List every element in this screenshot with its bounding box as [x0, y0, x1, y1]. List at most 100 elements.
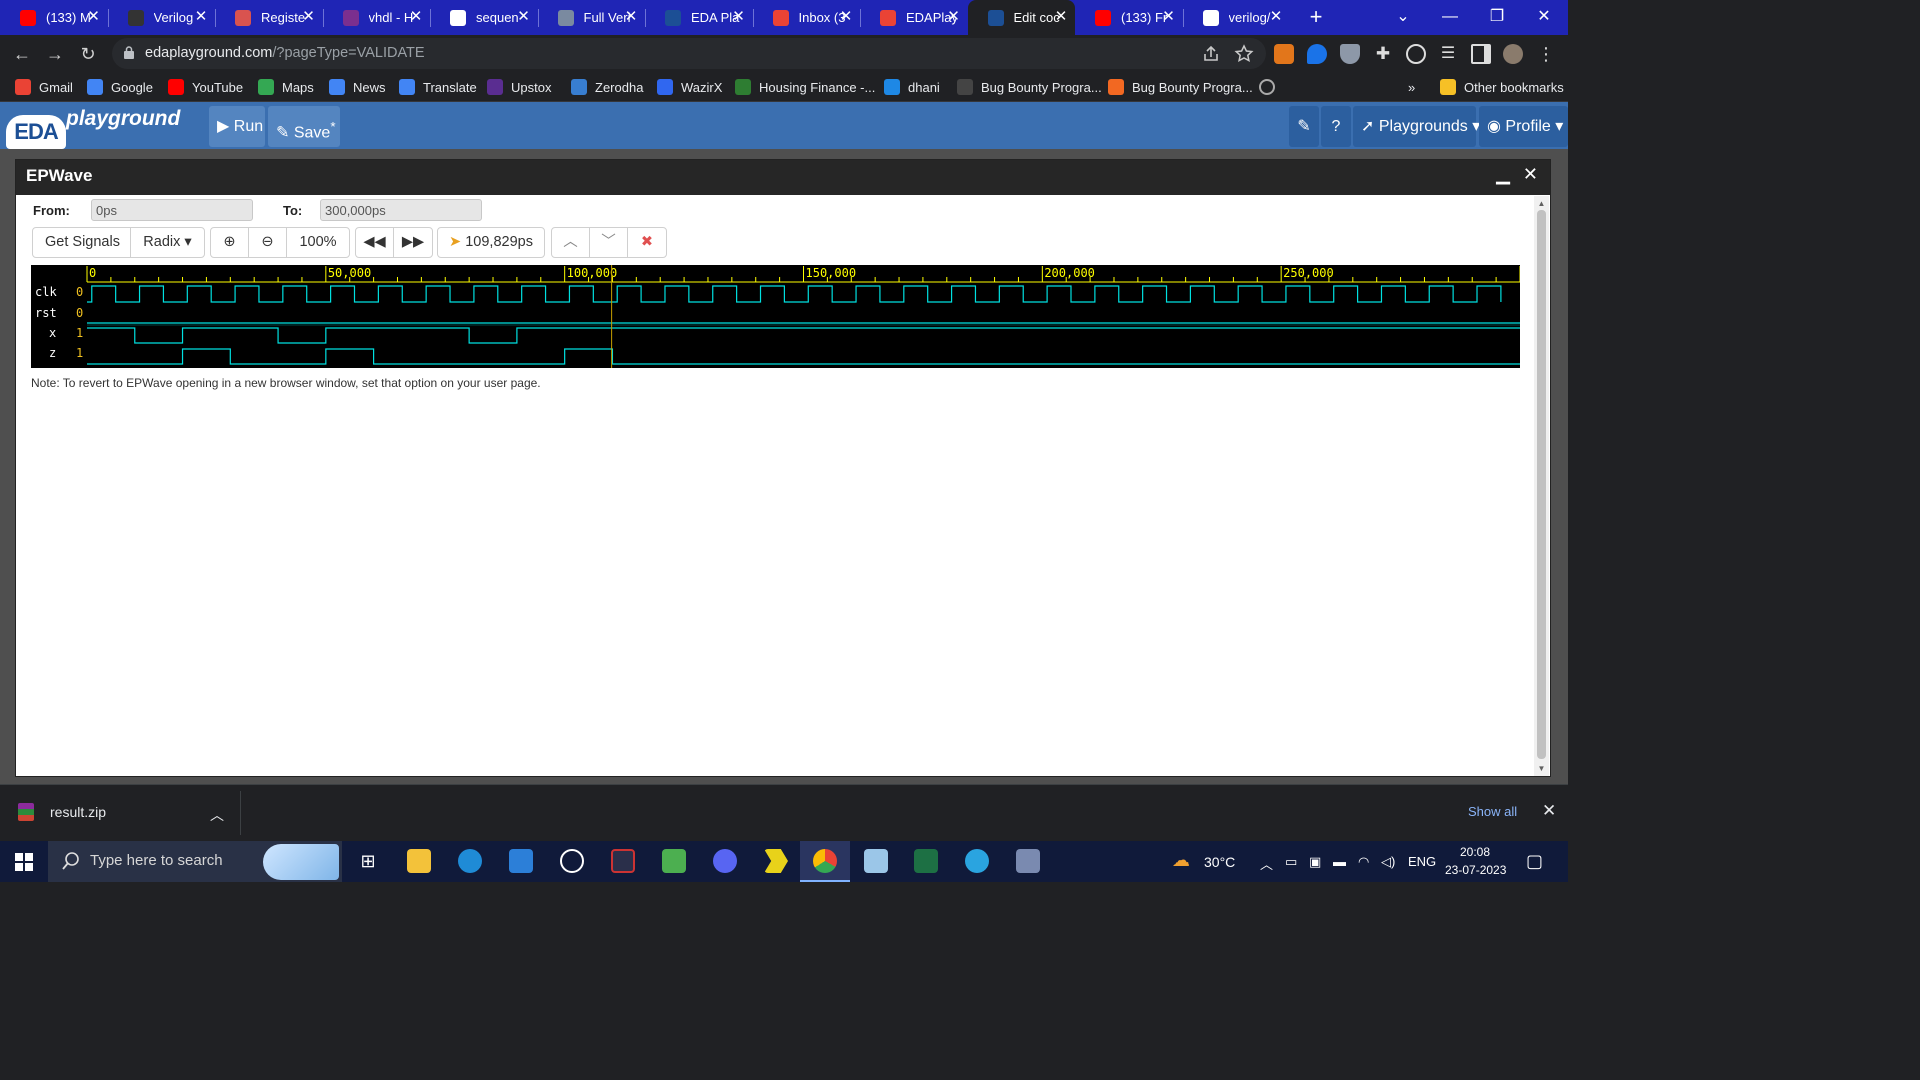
waveform-viewer[interactable]: 0 50,000 100,000 150,000 200,000 250,000 clk 0 r…: [31, 265, 1521, 368]
tray-chevron-icon[interactable]: ︿: [1260, 854, 1273, 873]
browser-tab[interactable]: EDAPlay ✕: [860, 0, 968, 35]
mail-icon[interactable]: [509, 849, 533, 873]
tab-close-icon[interactable]: ✕: [1268, 9, 1284, 25]
tray-app-icon[interactable]: ▣: [1309, 854, 1321, 870]
tab-close-icon[interactable]: ✕: [301, 9, 317, 25]
side-panel-icon[interactable]: [1471, 44, 1491, 64]
waveform-canvas[interactable]: 0 50,000 100,000 150,000 200,000 250,000 clk 0 r…: [31, 265, 1521, 368]
performance-icon[interactable]: [1406, 44, 1426, 64]
tab-close-icon[interactable]: ✕: [86, 9, 102, 25]
extensions-puzzle-icon[interactable]: ✚: [1373, 44, 1393, 64]
tab-close-icon[interactable]: ✕: [838, 9, 854, 25]
reload-icon[interactable]: ↻: [75, 41, 101, 67]
move-down-icon[interactable]: ﹀: [590, 228, 628, 257]
tab-close-icon[interactable]: ✕: [516, 9, 532, 25]
control-panel-icon[interactable]: [1016, 849, 1040, 873]
dell-icon[interactable]: [560, 849, 584, 873]
temperature[interactable]: 30°C: [1204, 854, 1235, 870]
from-time-field[interactable]: 0ps: [91, 199, 253, 221]
browser-tab[interactable]: sequen ✕: [430, 0, 538, 35]
extension-shield-icon[interactable]: [1340, 44, 1360, 64]
move-up-icon[interactable]: ︿: [552, 228, 590, 257]
edge-icon[interactable]: [458, 849, 482, 873]
run-button[interactable]: ▶ Run: [209, 106, 265, 147]
globe-bookmark-icon[interactable]: [1259, 78, 1283, 96]
minimize-window-icon[interactable]: —: [1427, 0, 1473, 35]
minimize-icon[interactable]: ▁: [1496, 164, 1510, 185]
to-time-field[interactable]: 300,000ps: [320, 199, 482, 221]
browser-tab[interactable]: (133) M ✕: [0, 0, 108, 35]
tab-close-icon[interactable]: ✕: [946, 9, 962, 25]
windows-start-icon[interactable]: [15, 853, 33, 871]
bookmark-item[interactable]: Housing Finance -...: [735, 78, 875, 96]
tab-close-icon[interactable]: ✕: [1161, 9, 1177, 25]
bookmark-item[interactable]: News: [329, 78, 386, 96]
new-tab-button[interactable]: +: [1303, 4, 1329, 30]
radix-dropdown[interactable]: Radix ▾: [131, 228, 204, 257]
file-explorer-icon[interactable]: [407, 849, 431, 873]
browser-tab[interactable]: (133) Fr ✕: [1075, 0, 1183, 35]
fast-forward-icon[interactable]: ▶▶: [394, 228, 432, 257]
browser-tab[interactable]: Full Veri ✕: [538, 0, 646, 35]
notepad-icon[interactable]: [864, 849, 888, 873]
bookmark-item[interactable]: Google: [87, 78, 153, 96]
close-shelf-icon[interactable]: ✕: [1542, 801, 1556, 821]
other-bookmarks-folder[interactable]: Other bookmarks: [1440, 78, 1564, 96]
battery-icon[interactable]: ▬: [1333, 854, 1346, 869]
zoom-level[interactable]: 100%: [287, 228, 349, 257]
discord-icon[interactable]: [713, 849, 737, 873]
task-view-icon[interactable]: ⊞: [356, 849, 380, 873]
language-indicator[interactable]: ENG: [1408, 854, 1436, 869]
bookmark-item[interactable]: Upstox: [487, 78, 551, 96]
taskbar-search-box[interactable]: Type here to search: [48, 841, 342, 882]
wifi-icon[interactable]: ◠: [1358, 854, 1369, 870]
scroll-down-icon[interactable]: ▼: [1536, 763, 1547, 774]
forward-icon[interactable]: →: [42, 41, 68, 67]
chevron-up-icon[interactable]: ︿: [210, 805, 224, 825]
chrome-menu-icon[interactable]: ⋮: [1536, 44, 1556, 64]
profile-menu[interactable]: ◉ Profile ▾: [1479, 106, 1568, 147]
zoom-out-icon[interactable]: ⊖: [249, 228, 287, 257]
show-all-button[interactable]: Show all: [1468, 804, 1517, 819]
eda-playground-logo[interactable]: EDA playground: [4, 103, 194, 149]
bookmark-item[interactable]: dhani: [884, 78, 940, 96]
bookmark-item[interactable]: Zerodha: [571, 78, 643, 96]
telegram-icon[interactable]: [965, 849, 989, 873]
playgrounds-menu[interactable]: ➚ Playgrounds ▾: [1353, 106, 1480, 147]
back-icon[interactable]: ←: [9, 41, 35, 67]
address-bar[interactable]: edaplayground.com/?pageType=VALIDATE: [112, 38, 1266, 69]
clock-time[interactable]: 20:08: [1460, 845, 1490, 859]
chrome-taskbar-active[interactable]: [800, 841, 850, 882]
excel-icon[interactable]: [914, 849, 938, 873]
tab-close-icon[interactable]: ✕: [1053, 9, 1069, 25]
bookmarks-overflow-button[interactable]: »: [1408, 78, 1415, 96]
tab-close-icon[interactable]: ✕: [731, 9, 747, 25]
tab-close-icon[interactable]: ✕: [408, 9, 424, 25]
close-window-icon[interactable]: ✕: [1521, 0, 1567, 35]
tab-search-icon[interactable]: ⌄: [1380, 0, 1426, 35]
browser-tab[interactable]: Verilog ✕: [108, 0, 216, 35]
bookmark-item[interactable]: YouTube: [168, 78, 243, 96]
bookmark-item[interactable]: Bug Bounty Progra...: [1108, 78, 1253, 96]
browser-tab[interactable]: Registe ✕: [215, 0, 323, 35]
reading-list-icon[interactable]: ☰: [1438, 44, 1458, 64]
app-icon[interactable]: [611, 849, 635, 873]
browser-tab[interactable]: vhdl - H ✕: [323, 0, 431, 35]
save-button[interactable]: ✎ Save*: [268, 106, 340, 147]
bookmark-item[interactable]: Translate: [399, 78, 477, 96]
scrollbar-thumb[interactable]: [1537, 210, 1546, 759]
help-icon[interactable]: ?: [1321, 106, 1351, 147]
tab-close-icon[interactable]: ✕: [623, 9, 639, 25]
volume-icon[interactable]: ◁): [1381, 854, 1395, 870]
bookmark-item[interactable]: Bug Bounty Progra...: [957, 78, 1102, 96]
edit-icon[interactable]: ✎: [1289, 106, 1319, 147]
zoom-in-icon[interactable]: ⊕: [211, 228, 249, 257]
browser-tab[interactable]: Inbox (3 ✕: [753, 0, 861, 35]
bookmark-star-icon[interactable]: [1234, 44, 1254, 64]
tab-close-icon[interactable]: ✕: [193, 9, 209, 25]
bookmark-item[interactable]: WazirX: [657, 78, 722, 96]
app-arrow-icon[interactable]: [764, 849, 788, 873]
notes-app-icon[interactable]: [662, 849, 686, 873]
close-icon[interactable]: ✕: [1523, 164, 1538, 185]
rewind-icon[interactable]: ◀◀: [356, 228, 394, 257]
